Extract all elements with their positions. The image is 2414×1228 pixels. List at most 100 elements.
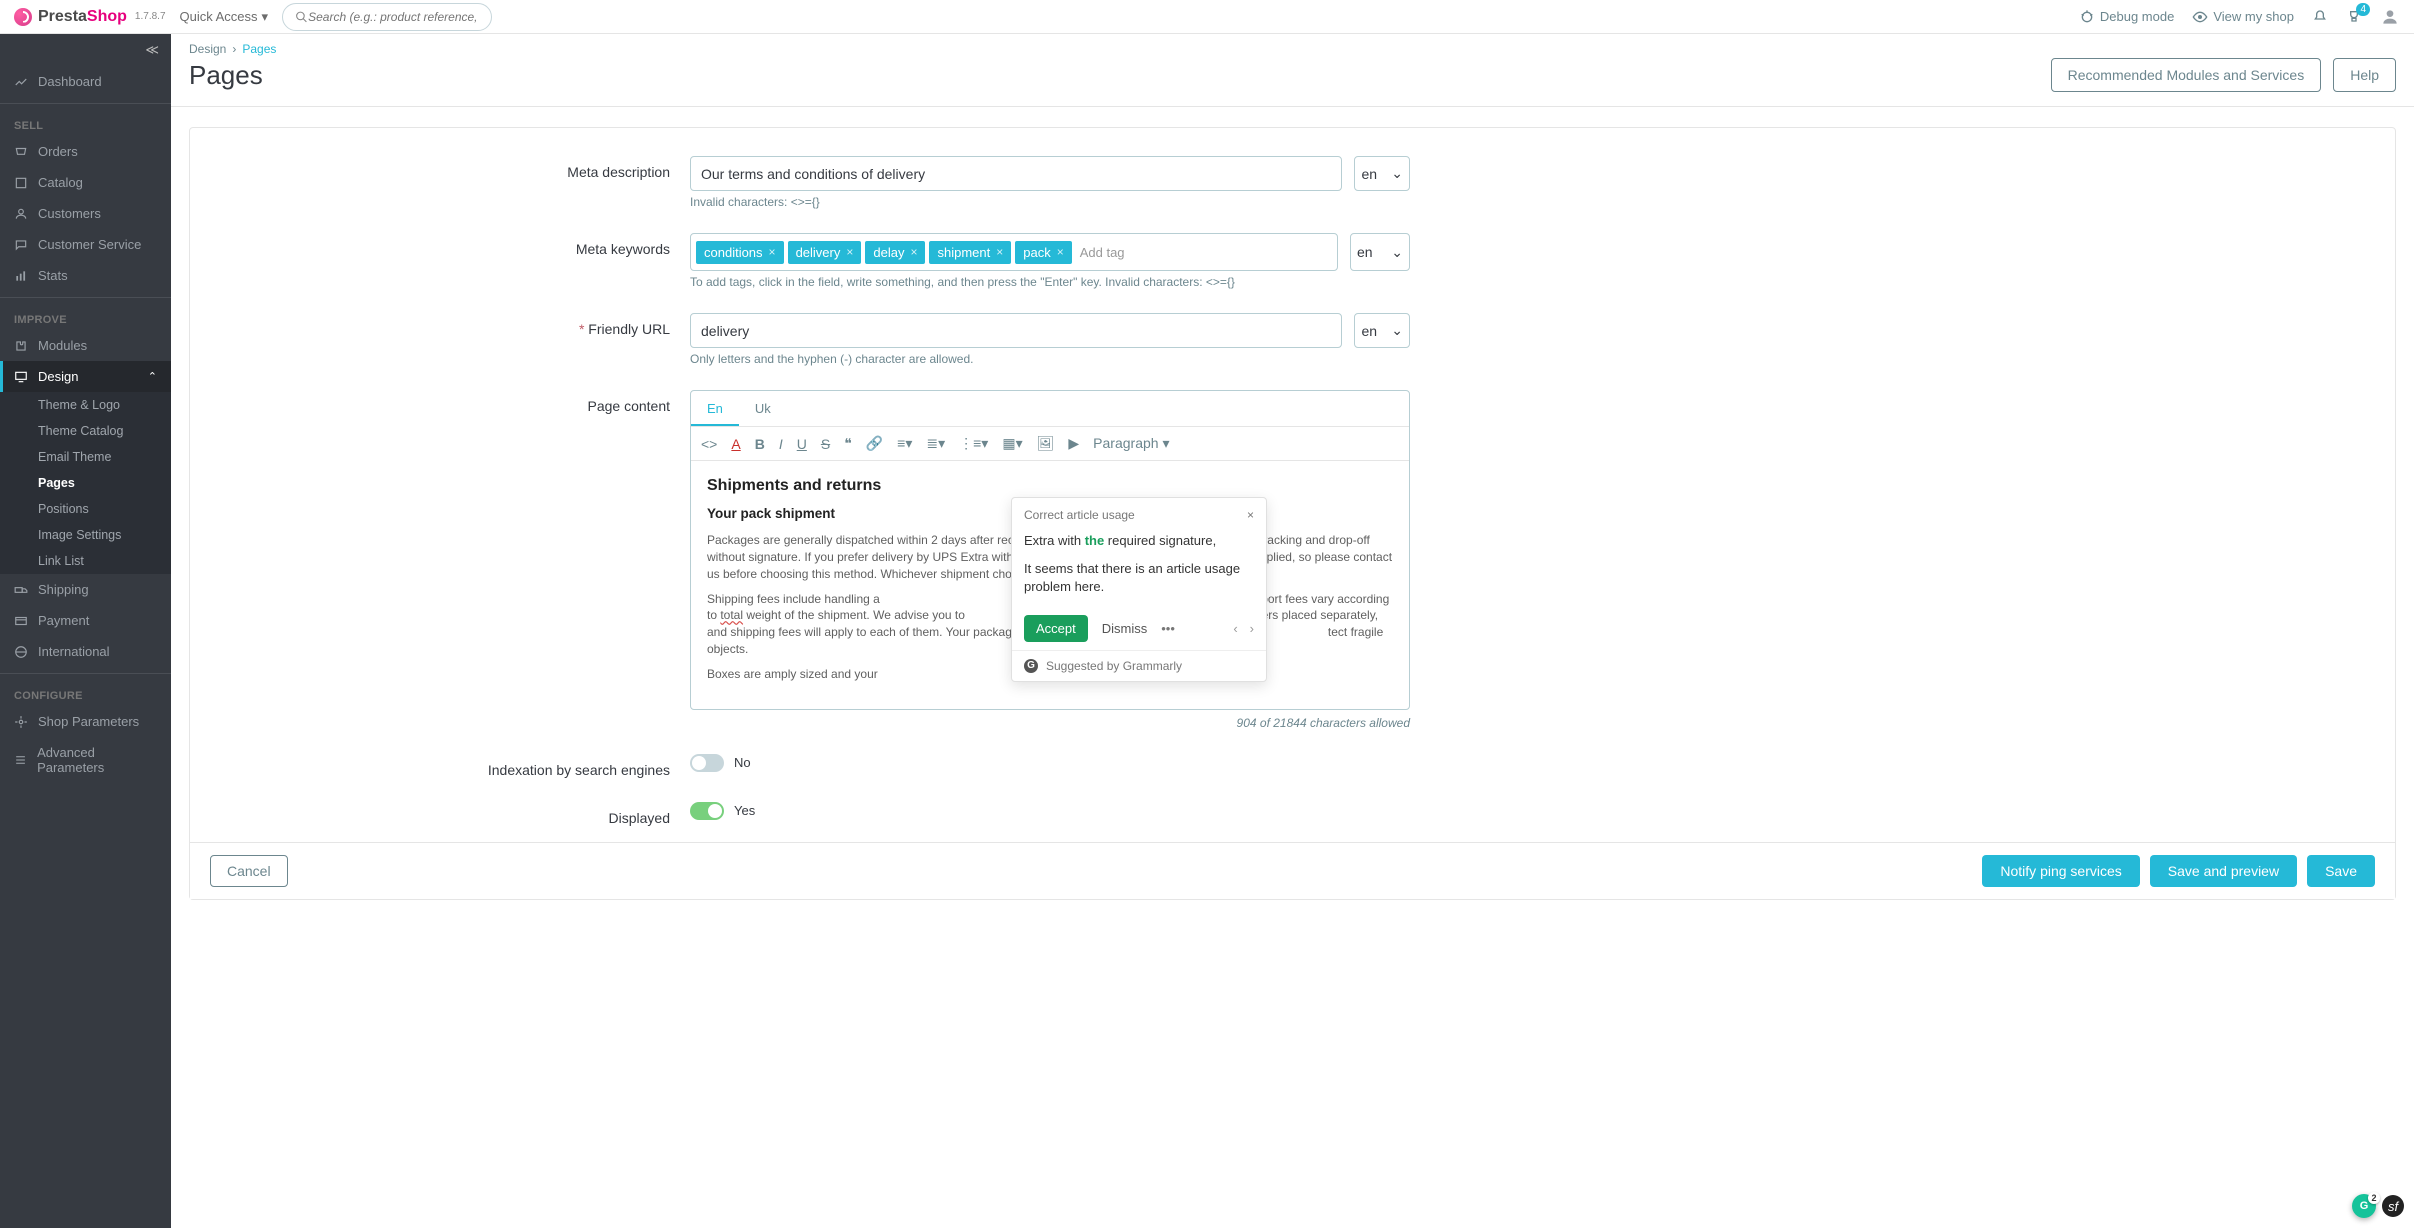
sidebar-item-modules[interactable]: Modules bbox=[0, 330, 171, 361]
user-icon bbox=[14, 207, 28, 221]
video-icon[interactable]: ▶ bbox=[1068, 435, 1079, 452]
source-icon[interactable]: <> bbox=[701, 436, 717, 452]
grammarly-accept-button[interactable]: Accept bbox=[1024, 615, 1088, 642]
paragraph-dropdown[interactable]: Paragraph ▾ bbox=[1093, 435, 1169, 452]
table-icon[interactable]: ▦▾ bbox=[1002, 435, 1022, 452]
save-preview-button[interactable]: Save and preview bbox=[2150, 855, 2297, 887]
sidebar-item-shipping[interactable]: Shipping bbox=[0, 574, 171, 605]
text-color-icon[interactable]: A bbox=[731, 436, 740, 452]
tab-uk[interactable]: Uk bbox=[739, 391, 787, 426]
tag-remove-icon[interactable]: × bbox=[846, 245, 853, 259]
meta-keywords-input[interactable]: conditions× delivery× delay× shipment× p… bbox=[690, 233, 1338, 271]
debug-mode-link[interactable]: Debug mode bbox=[2079, 9, 2174, 25]
tag-item[interactable]: delivery× bbox=[788, 241, 862, 264]
sidebar-item-adv-params[interactable]: Advanced Parameters bbox=[0, 737, 171, 783]
align-icon[interactable]: ≡▾ bbox=[897, 435, 912, 452]
meta-keywords-lang[interactable]: en⌄ bbox=[1350, 233, 1410, 271]
help-button[interactable]: Help bbox=[2333, 58, 2396, 92]
save-button[interactable]: Save bbox=[2307, 855, 2375, 887]
displayed-toggle[interactable] bbox=[690, 802, 724, 820]
content-area: Design › Pages Pages Recommended Modules… bbox=[171, 34, 2414, 1228]
friendly-url-lang[interactable]: en⌄ bbox=[1354, 313, 1410, 348]
sidebar-item-international[interactable]: International bbox=[0, 636, 171, 667]
tag-remove-icon[interactable]: × bbox=[1057, 245, 1064, 259]
sub-pages[interactable]: Pages bbox=[0, 470, 171, 496]
sidebar-item-orders[interactable]: Orders bbox=[0, 136, 171, 167]
symfony-badge[interactable]: sf bbox=[2382, 1195, 2404, 1217]
tag-item[interactable]: shipment× bbox=[929, 241, 1011, 264]
breadcrumb-root[interactable]: Design bbox=[189, 42, 226, 56]
meta-desc-lang[interactable]: en⌄ bbox=[1354, 156, 1410, 191]
strike-icon[interactable]: S bbox=[821, 436, 830, 452]
tag-add-placeholder[interactable]: Add tag bbox=[1076, 241, 1129, 264]
tag-item[interactable]: pack× bbox=[1015, 241, 1071, 264]
sidebar-item-stats[interactable]: Stats bbox=[0, 260, 171, 291]
tag-remove-icon[interactable]: × bbox=[996, 245, 1003, 259]
notifications-bell[interactable] bbox=[2312, 9, 2328, 25]
sub-positions[interactable]: Positions bbox=[0, 496, 171, 522]
sub-link-list[interactable]: Link List bbox=[0, 548, 171, 574]
number-list-icon[interactable]: ⋮≡▾ bbox=[959, 435, 988, 452]
version-label: 1.7.8.7 bbox=[135, 11, 166, 22]
quote-icon[interactable]: ❝ bbox=[844, 435, 852, 452]
meta-desc-input[interactable] bbox=[690, 156, 1342, 191]
meta-desc-label: Meta description bbox=[210, 156, 670, 180]
sidebar-item-customers[interactable]: Customers bbox=[0, 198, 171, 229]
grammarly-dismiss-button[interactable]: Dismiss bbox=[1102, 621, 1148, 636]
breadcrumb-current[interactable]: Pages bbox=[242, 42, 276, 56]
sidebar-item-design[interactable]: Design⌃ bbox=[0, 361, 171, 392]
close-icon[interactable]: × bbox=[1247, 508, 1254, 522]
sidebar-item-dashboard[interactable]: Dashboard bbox=[0, 66, 171, 97]
sidebar-item-payment[interactable]: Payment bbox=[0, 605, 171, 636]
cancel-button[interactable]: Cancel bbox=[210, 855, 288, 887]
tag-item[interactable]: delay× bbox=[865, 241, 925, 264]
eye-icon bbox=[2192, 9, 2208, 25]
sub-image-settings[interactable]: Image Settings bbox=[0, 522, 171, 548]
card-icon bbox=[14, 614, 28, 628]
tag-remove-icon[interactable]: × bbox=[769, 245, 776, 259]
view-shop-link[interactable]: View my shop bbox=[2192, 9, 2294, 25]
chevron-down-icon: ⌄ bbox=[1391, 244, 1403, 261]
trend-icon bbox=[14, 75, 28, 89]
sliders-icon bbox=[14, 753, 27, 767]
puzzle-icon bbox=[14, 339, 28, 353]
italic-icon[interactable]: I bbox=[779, 436, 783, 452]
link-icon[interactable]: 🔗 bbox=[866, 435, 883, 452]
friendly-url-input[interactable] bbox=[690, 313, 1342, 348]
sidebar-item-catalog[interactable]: Catalog bbox=[0, 167, 171, 198]
truck-icon bbox=[14, 583, 28, 597]
recommended-button[interactable]: Recommended Modules and Services bbox=[2051, 58, 2322, 92]
sub-theme-catalog[interactable]: Theme Catalog bbox=[0, 418, 171, 444]
bullet-list-icon[interactable]: ≣▾ bbox=[926, 435, 945, 452]
sub-email-theme[interactable]: Email Theme bbox=[0, 444, 171, 470]
grammarly-foot: Suggested by Grammarly bbox=[1046, 659, 1182, 673]
quick-access-menu[interactable]: Quick Access ▾ bbox=[180, 9, 269, 25]
notify-ping-button[interactable]: Notify ping services bbox=[1982, 855, 2139, 887]
bold-icon[interactable]: B bbox=[755, 436, 765, 452]
sub-theme-logo[interactable]: Theme & Logo bbox=[0, 392, 171, 418]
sidebar-section-improve: IMPROVE bbox=[0, 304, 171, 330]
next-icon[interactable]: › bbox=[1250, 621, 1254, 636]
tag-remove-icon[interactable]: × bbox=[910, 245, 917, 259]
search-input[interactable] bbox=[308, 10, 479, 24]
sidebar-section-configure: CONFIGURE bbox=[0, 680, 171, 706]
prev-icon[interactable]: ‹ bbox=[1233, 621, 1237, 636]
more-icon[interactable]: ••• bbox=[1161, 621, 1175, 636]
trophy-button[interactable]: 4 bbox=[2346, 9, 2362, 25]
bug-icon bbox=[2079, 9, 2095, 25]
grammarly-badge[interactable]: G2 bbox=[2352, 1194, 2376, 1218]
indexation-label: Indexation by search engines bbox=[210, 754, 670, 778]
account-button[interactable] bbox=[2380, 7, 2400, 27]
underline-icon[interactable]: U bbox=[797, 436, 807, 452]
chevron-down-icon: ⌄ bbox=[1391, 322, 1403, 339]
search-box[interactable] bbox=[282, 3, 492, 31]
logo[interactable]: PrestaShop 1.7.8.7 bbox=[14, 8, 166, 26]
tag-item[interactable]: conditions× bbox=[696, 241, 784, 264]
tab-en[interactable]: En bbox=[691, 391, 739, 426]
indexation-toggle[interactable] bbox=[690, 754, 724, 772]
sidebar-item-shop-params[interactable]: Shop Parameters bbox=[0, 706, 171, 737]
sidebar-item-customer-service[interactable]: Customer Service bbox=[0, 229, 171, 260]
collapse-sidebar-button[interactable]: ≪ bbox=[0, 34, 171, 66]
globe-icon bbox=[14, 645, 28, 659]
image-icon[interactable]: 🖼 bbox=[1037, 435, 1055, 452]
